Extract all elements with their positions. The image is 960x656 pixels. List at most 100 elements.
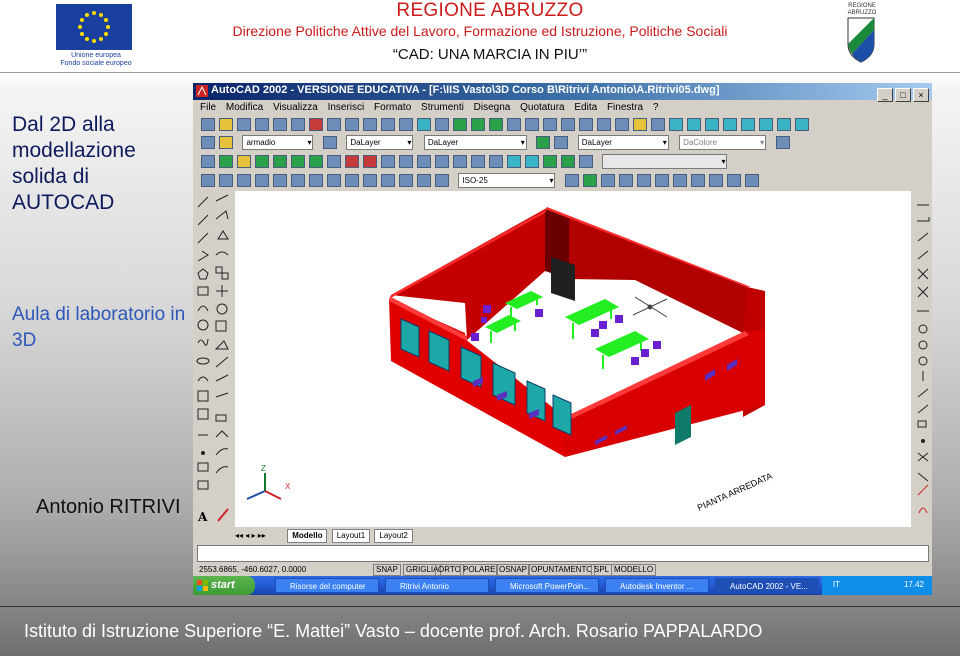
new-icon[interactable]: [201, 118, 215, 131]
attribute-manager-icon[interactable]: [708, 174, 723, 187]
design-center-icon[interactable]: [597, 118, 611, 131]
match-icon[interactable]: [363, 118, 377, 131]
preview-icon[interactable]: [273, 118, 287, 131]
light-icon[interactable]: [543, 155, 557, 168]
explode-icon[interactable]: [744, 174, 759, 187]
task-autocad[interactable]: AutoCAD 2002 - VE...: [715, 578, 819, 593]
orbit-icon[interactable]: [507, 155, 521, 168]
sphere-icon[interactable]: [219, 155, 233, 168]
center-mark-icon[interactable]: [399, 174, 413, 187]
extrude-icon[interactable]: [309, 155, 323, 168]
status-opuntamento[interactable]: OPUNTAMENTO: [528, 564, 596, 576]
plotstyle-select[interactable]: DaColore: [679, 135, 767, 150]
menu-file[interactable]: File: [200, 100, 216, 115]
menu-help[interactable]: ?: [653, 100, 659, 115]
dim-ordinate-icon[interactable]: [237, 174, 251, 187]
zoom-in-icon[interactable]: [435, 155, 449, 168]
command-line[interactable]: [197, 545, 929, 562]
front-view-icon[interactable]: [777, 118, 791, 131]
box-icon[interactable]: [201, 155, 215, 168]
linetype-icon[interactable]: [536, 136, 551, 149]
status-snap[interactable]: SNAP: [373, 564, 401, 576]
view-icon[interactable]: [687, 118, 701, 131]
publish-icon[interactable]: [291, 118, 305, 131]
viewpoint-icon[interactable]: [471, 118, 485, 131]
zoom-icon[interactable]: [525, 118, 539, 131]
print-icon[interactable]: [255, 118, 269, 131]
osnap-tools-icon[interactable]: [915, 191, 931, 547]
dim-continue-icon[interactable]: [345, 174, 359, 187]
dim-text-edit-icon[interactable]: [435, 174, 449, 187]
torus-icon[interactable]: [291, 155, 305, 168]
zoom-prev-icon[interactable]: [561, 118, 575, 131]
copy-icon[interactable]: [327, 118, 341, 131]
layer-manager-icon[interactable]: [201, 136, 215, 149]
side-view-icon[interactable]: [795, 118, 809, 131]
pan-icon[interactable]: [507, 118, 521, 131]
layer-state-icon[interactable]: [219, 136, 233, 149]
menu-visualizza[interactable]: Visualizza: [273, 100, 318, 115]
hyperlink-icon[interactable]: [417, 118, 431, 131]
revolve-icon[interactable]: [327, 155, 341, 168]
tolerance-icon[interactable]: [381, 174, 395, 187]
interfere-icon[interactable]: [381, 155, 395, 168]
dim-radius-icon[interactable]: [255, 174, 269, 187]
named-view-select[interactable]: [602, 154, 728, 169]
layer-select[interactable]: armadio: [242, 135, 314, 150]
snap-from-icon[interactable]: [435, 118, 449, 131]
dim-style-icon[interactable]: [564, 174, 579, 187]
cone-icon[interactable]: [255, 155, 269, 168]
tab-layout2[interactable]: Layout2: [374, 529, 413, 543]
attribute-icon[interactable]: [672, 174, 687, 187]
slice-icon[interactable]: [345, 155, 359, 168]
edit-text-icon[interactable]: [654, 174, 669, 187]
paste-icon[interactable]: [345, 118, 359, 131]
status-modello[interactable]: MODELLO: [611, 564, 657, 576]
dim-edit-icon[interactable]: [417, 174, 431, 187]
color-select[interactable]: DaLayer: [346, 135, 414, 150]
task-risorse[interactable]: Risorse del computer: [275, 578, 379, 593]
edit-hatch-icon[interactable]: [636, 174, 651, 187]
zoom-realtime-icon[interactable]: [417, 155, 431, 168]
lineweight-icon[interactable]: [554, 136, 569, 149]
materials-icon[interactable]: [579, 155, 593, 168]
quick-dim-icon[interactable]: [309, 174, 323, 187]
dim-angular-icon[interactable]: [291, 174, 305, 187]
status-spl[interactable]: SPL: [591, 564, 613, 576]
undo-icon[interactable]: [381, 118, 395, 131]
hide-icon[interactable]: [705, 118, 719, 131]
status-polare[interactable]: POLARE: [460, 564, 499, 576]
zoom-out-icon[interactable]: [453, 155, 467, 168]
block-attr-icon[interactable]: [690, 174, 705, 187]
camera-icon[interactable]: [525, 155, 539, 168]
top-view-icon[interactable]: [759, 118, 773, 131]
dim-diameter-icon[interactable]: [273, 174, 287, 187]
object-properties-icon[interactable]: [775, 136, 790, 149]
dimstyle-select[interactable]: ISO-25: [458, 173, 556, 188]
tool-palette-icon[interactable]: [615, 118, 629, 131]
properties-icon[interactable]: [579, 118, 593, 131]
window-titlebar[interactable]: AutoCAD 2002 - VERSIONE EDUCATIVA - [F:\…: [193, 83, 932, 102]
help-icon[interactable]: [633, 118, 647, 131]
wedge-icon[interactable]: [273, 155, 287, 168]
tab-layout1[interactable]: Layout1: [331, 529, 371, 543]
menu-inserisci[interactable]: Inserisci: [328, 100, 365, 115]
linetype-select[interactable]: DaLayer: [423, 135, 527, 150]
menu-disegna[interactable]: Disegna: [474, 100, 511, 115]
zoom-window-icon[interactable]: [543, 118, 557, 131]
shade-icon[interactable]: [669, 118, 683, 131]
tab-modello[interactable]: Modello: [287, 529, 328, 543]
cylinder-icon[interactable]: [237, 155, 251, 168]
cut-icon[interactable]: [309, 118, 323, 131]
tab-nav-arrows[interactable]: ◂◂ ◂ ▸ ▸▸: [235, 531, 283, 540]
start-button[interactable]: start: [193, 576, 255, 595]
save-icon[interactable]: [237, 118, 251, 131]
task-powerpoint[interactable]: Microsoft PowerPoin...: [495, 578, 599, 593]
task-inventor[interactable]: Autodesk Inventor ...: [605, 578, 709, 593]
language-indicator[interactable]: IT: [833, 580, 840, 589]
status-osnap[interactable]: OSNAP: [496, 564, 531, 576]
dim-baseline-icon[interactable]: [327, 174, 341, 187]
drawing-area[interactable]: PIANTA ARREDATA Z X: [235, 191, 911, 527]
sync-icon[interactable]: [726, 174, 741, 187]
menu-quotatura[interactable]: Quotatura: [520, 100, 564, 115]
